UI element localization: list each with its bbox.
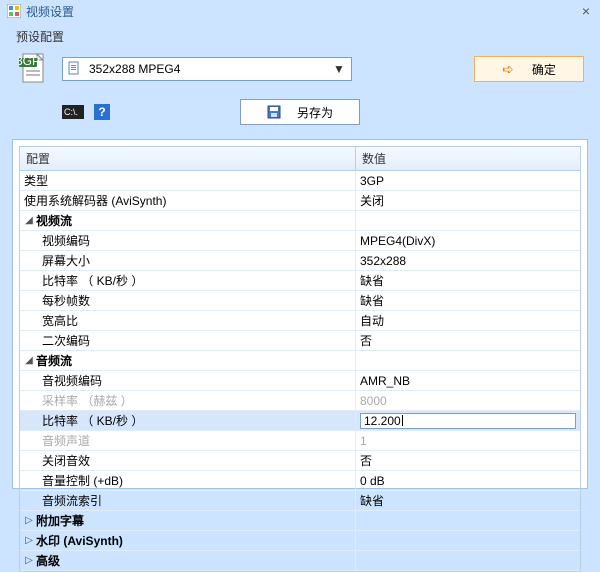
preset-selected-text: 352x288 MPEG4 xyxy=(89,62,331,76)
config-cell: 比特率 （ KB/秒 ） xyxy=(20,411,356,430)
console-icon[interactable]: C:\. xyxy=(62,105,84,119)
config-cell: 采样率 （赫兹 ） xyxy=(20,391,356,410)
value-cell xyxy=(356,511,580,530)
config-cell: ▷附加字幕 xyxy=(20,511,356,530)
value-cell[interactable]: 352x288 xyxy=(356,251,580,270)
config-cell: 使用系统解码器 (AviSynth) xyxy=(20,191,356,210)
expand-icon[interactable]: ▷ xyxy=(24,555,34,566)
config-cell: 音频流索引 xyxy=(20,491,356,510)
settings-grid: 配置 数值 类型3GP使用系统解码器 (AviSynth)关闭◢视频流视频编码M… xyxy=(19,146,581,572)
value-cell[interactable]: MPEG4(DivX) xyxy=(356,231,580,250)
value-cell[interactable]: 缺省 xyxy=(356,271,580,290)
table-row[interactable]: 视频编码MPEG4(DivX) xyxy=(20,231,580,251)
expand-icon[interactable]: ▷ xyxy=(24,535,34,546)
table-row[interactable]: 二次编码否 xyxy=(20,331,580,351)
svg-text:3GP: 3GP xyxy=(19,54,40,68)
table-row[interactable]: 类型3GP xyxy=(20,171,580,191)
table-row[interactable]: 采样率 （赫兹 ）8000 xyxy=(20,391,580,411)
save-as-button[interactable]: 另存为 xyxy=(240,99,360,125)
table-row[interactable]: 音视频编码AMR_NB xyxy=(20,371,580,391)
app-icon xyxy=(6,3,22,19)
value-cell[interactable]: 关闭 xyxy=(356,191,580,210)
document-icon xyxy=(67,61,83,77)
expand-icon[interactable]: ▷ xyxy=(24,515,34,526)
table-row[interactable]: 使用系统解码器 (AviSynth)关闭 xyxy=(20,191,580,211)
value-cell[interactable]: 缺省 xyxy=(356,291,580,310)
table-row[interactable]: ▷水印 (AviSynth) xyxy=(20,531,580,551)
disk-icon xyxy=(267,105,281,119)
value-cell xyxy=(356,551,580,570)
config-cell: 关闭音效 xyxy=(20,451,356,470)
table-row[interactable]: 每秒帧数缺省 xyxy=(20,291,580,311)
value-cell xyxy=(356,351,580,370)
config-cell: ◢视频流 xyxy=(20,211,356,230)
table-row[interactable]: 关闭音效否 xyxy=(20,451,580,471)
presets-label: 预设配置 xyxy=(0,22,600,47)
config-cell: 二次编码 xyxy=(20,331,356,350)
value-cell[interactable]: 12.200 xyxy=(356,411,580,430)
config-cell: 宽高比 xyxy=(20,311,356,330)
settings-panel: 配置 数值 类型3GP使用系统解码器 (AviSynth)关闭◢视频流视频编码M… xyxy=(12,139,588,489)
config-cell: 视频编码 xyxy=(20,231,356,250)
config-cell: 屏幕大小 xyxy=(20,251,356,270)
config-cell: 类型 xyxy=(20,171,356,190)
table-row[interactable]: 比特率 （ KB/秒 ）12.200 xyxy=(20,411,580,431)
value-cell xyxy=(356,531,580,550)
table-row[interactable]: 比特率 （ KB/秒 ）缺省 xyxy=(20,271,580,291)
preset-select[interactable]: 352x288 MPEG4 ▼ xyxy=(62,57,352,81)
table-row[interactable]: ▷附加字幕 xyxy=(20,511,580,531)
value-cell xyxy=(356,211,580,230)
expand-icon[interactable]: ◢ xyxy=(24,215,34,226)
table-row[interactable]: ▷高级 xyxy=(20,551,580,571)
table-row[interactable]: ◢音频流 xyxy=(20,351,580,371)
preset-file-icon: 3GP xyxy=(16,51,52,87)
ok-button[interactable]: ➪ 确定 xyxy=(474,56,584,82)
chevron-down-icon: ▼ xyxy=(331,62,347,76)
config-cell: 音视频编码 xyxy=(20,371,356,390)
table-row[interactable]: 音量控制 (+dB)0 dB xyxy=(20,471,580,491)
arrow-right-icon: ➪ xyxy=(502,61,514,78)
value-cell[interactable]: 0 dB xyxy=(356,471,580,490)
config-cell: 音频声道 xyxy=(20,431,356,450)
window-title: 视频设置 xyxy=(26,3,74,20)
ok-button-label: 确定 xyxy=(532,61,556,78)
value-cell[interactable]: AMR_NB xyxy=(356,371,580,390)
value-cell[interactable]: 否 xyxy=(356,451,580,470)
config-cell: ◢音频流 xyxy=(20,351,356,370)
config-cell: 每秒帧数 xyxy=(20,291,356,310)
close-button[interactable]: × xyxy=(578,3,594,19)
config-cell: 音量控制 (+dB) xyxy=(20,471,356,490)
value-input[interactable]: 12.200 xyxy=(360,413,576,429)
value-cell[interactable]: 缺省 xyxy=(356,491,580,510)
value-cell[interactable]: 否 xyxy=(356,331,580,350)
save-as-label: 另存为 xyxy=(297,104,333,121)
value-cell[interactable]: 8000 xyxy=(356,391,580,410)
value-cell[interactable]: 自动 xyxy=(356,311,580,330)
help-icon[interactable]: ? xyxy=(94,104,110,120)
column-header-value[interactable]: 数值 xyxy=(356,147,580,170)
value-cell[interactable]: 3GP xyxy=(356,171,580,190)
config-cell: ▷高级 xyxy=(20,551,356,570)
value-cell[interactable]: 1 xyxy=(356,431,580,450)
table-row[interactable]: 音频声道1 xyxy=(20,431,580,451)
table-row[interactable]: 宽高比自动 xyxy=(20,311,580,331)
config-cell: ▷水印 (AviSynth) xyxy=(20,531,356,550)
expand-icon[interactable]: ◢ xyxy=(24,355,34,366)
table-row[interactable]: ◢视频流 xyxy=(20,211,580,231)
column-header-config[interactable]: 配置 xyxy=(20,147,356,170)
table-row[interactable]: 音频流索引缺省 xyxy=(20,491,580,511)
table-row[interactable]: 屏幕大小352x288 xyxy=(20,251,580,271)
config-cell: 比特率 （ KB/秒 ） xyxy=(20,271,356,290)
